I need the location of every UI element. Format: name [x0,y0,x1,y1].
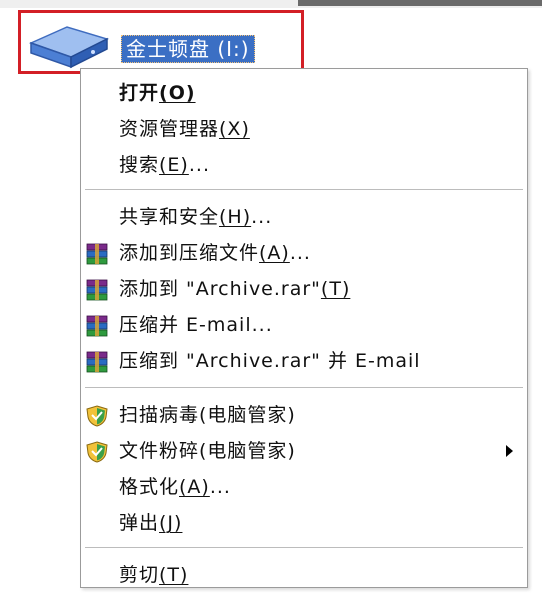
menu-item-compress-rar-email[interactable]: 压缩到 "Archive.rar" 并 E-mail [81,343,527,379]
menu-separator [85,189,523,190]
winrar-icon [85,242,109,265]
shield-icon [85,404,109,427]
menu-item-label: 扫描病毒(电脑管家) [119,404,296,426]
drive-item[interactable]: 金士顿盘 (I:) [18,10,304,74]
menu-item-sharing-security[interactable]: 共享和安全(H)... [81,199,527,235]
shield-icon [85,440,109,463]
menu-item-label: 弹出(J) [119,512,183,534]
window-top-edge [0,0,542,8]
context-menu: 打开(O) 资源管理器(X) 搜索(E)... 共享和安全(H)... 添加到压… [80,68,528,588]
drive-name: 金士顿盘 [126,37,210,61]
menu-item-explorer[interactable]: 资源管理器(X) [81,111,527,147]
window-title-strip [298,0,542,6]
menu-item-label: 添加到 "Archive.rar"(T) [119,278,351,300]
menu-item-label: 格式化(A)... [119,476,231,498]
menu-item-eject[interactable]: 弹出(J) [81,505,527,541]
submenu-arrow-icon [506,445,513,457]
drive-icon [27,21,111,69]
menu-item-label: 压缩到 "Archive.rar" 并 E-mail [119,350,421,372]
menu-item-label: 文件粉碎(电脑管家) [119,440,296,462]
menu-item-add-to-archive[interactable]: 添加到压缩文件(A)... [81,235,527,271]
menu-separator [85,387,523,388]
menu-item-label: 共享和安全(H)... [119,206,273,228]
menu-item-label: 打开(O) [119,82,196,104]
menu-item-file-shredder[interactable]: 文件粉碎(电脑管家) [81,433,527,469]
menu-item-scan-virus[interactable]: 扫描病毒(电脑管家) [81,397,527,433]
menu-item-label: 剪切(T) [119,564,189,586]
menu-item-compress-email[interactable]: 压缩并 E-mail... [81,307,527,343]
menu-item-open[interactable]: 打开(O) [81,75,527,111]
menu-item-label: 搜索(E)... [119,154,210,176]
menu-item-label: 压缩并 E-mail... [119,314,273,336]
drive-letter: (I:) [217,37,250,61]
menu-item-label: 资源管理器(X) [119,118,250,140]
menu-separator [85,547,523,548]
menu-item-label: 添加到压缩文件(A)... [119,242,311,264]
menu-item-search[interactable]: 搜索(E)... [81,147,527,183]
winrar-icon [85,278,109,301]
menu-item-add-to-archive-rar[interactable]: 添加到 "Archive.rar"(T) [81,271,527,307]
winrar-icon [85,350,109,373]
winrar-icon [85,314,109,337]
menu-item-format[interactable]: 格式化(A)... [81,469,527,505]
drive-label[interactable]: 金士顿盘 (I:) [121,35,255,63]
menu-item-cut[interactable]: 剪切(T) [81,557,527,593]
